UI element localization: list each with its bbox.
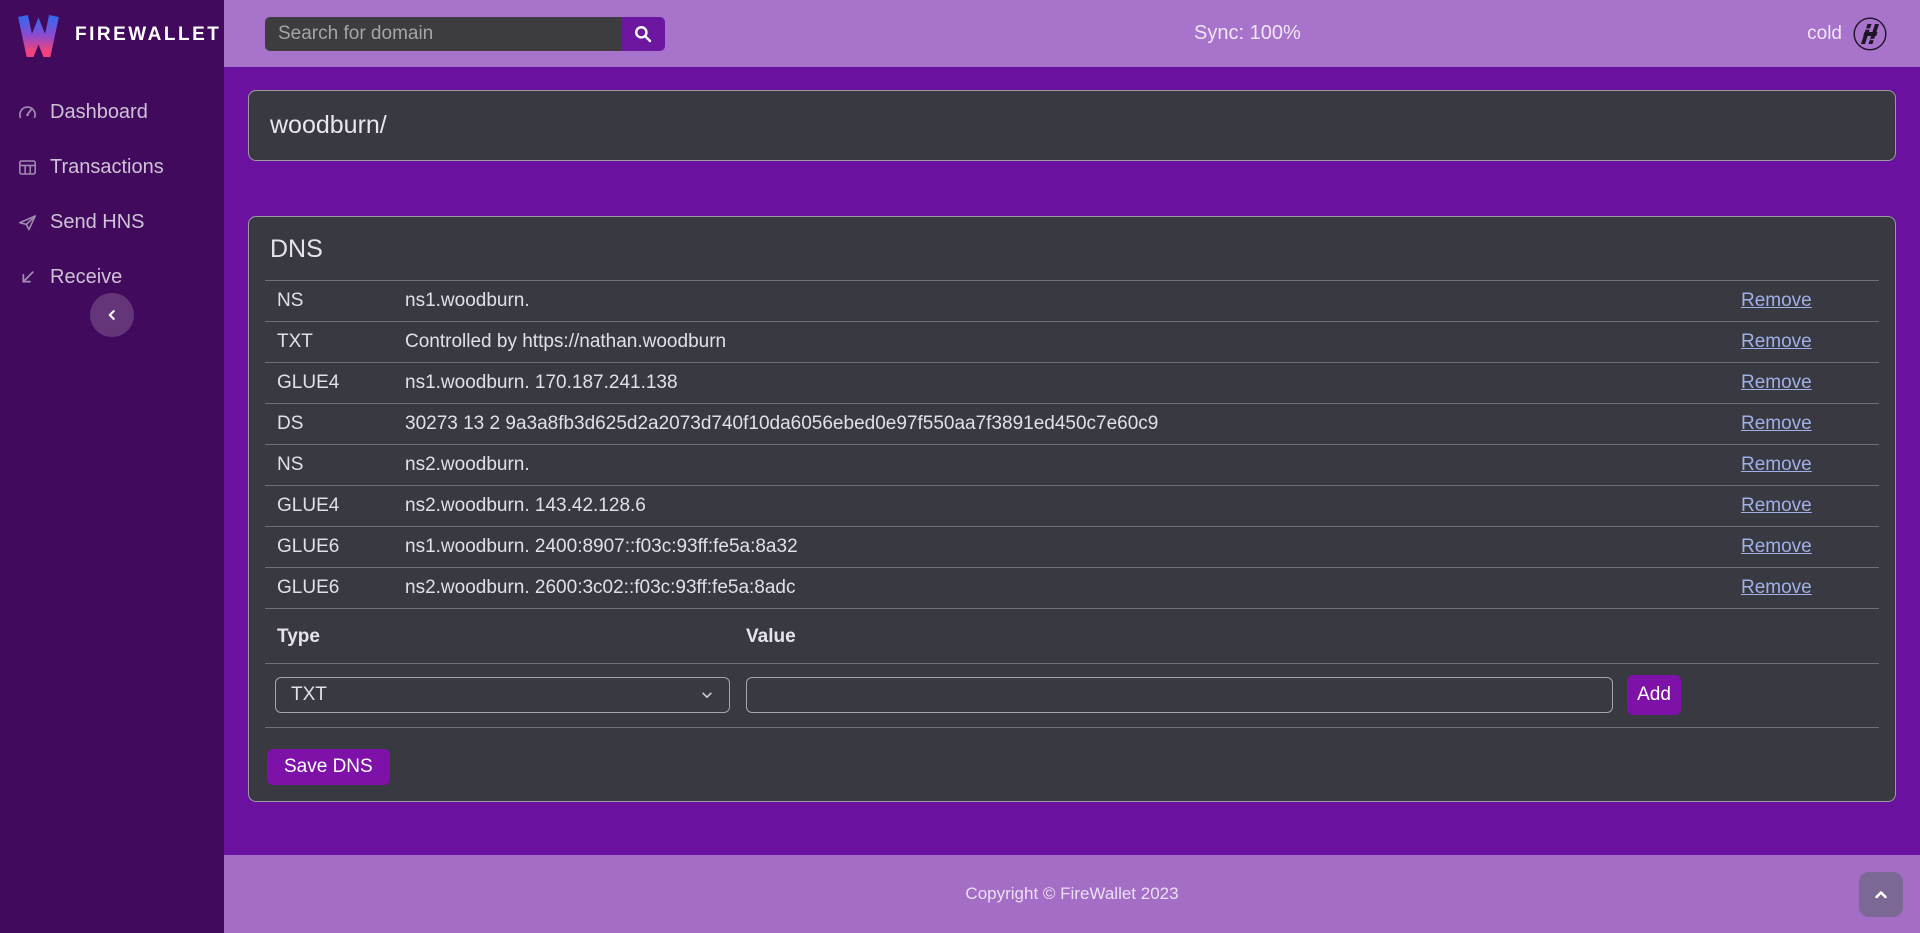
remove-link[interactable]: Remove (1741, 290, 1812, 311)
table-row: GLUE6 ns2.woodburn. 2600:3c02::f03c:93ff… (265, 568, 1879, 609)
record-type: NS (265, 281, 393, 322)
remove-link[interactable]: Remove (1741, 454, 1812, 475)
record-value: ns1.woodburn. 2400:8907::f03c:93ff:fe5a:… (393, 527, 1729, 568)
table-row: GLUE6 ns1.woodburn. 2400:8907::f03c:93ff… (265, 527, 1879, 568)
chevron-up-icon (1873, 887, 1889, 903)
remove-link[interactable]: Remove (1741, 413, 1812, 434)
sidebar-item-transactions[interactable]: Transactions (0, 142, 224, 193)
record-type: GLUE4 (265, 486, 393, 527)
value-header: Value (746, 626, 796, 648)
brand: FIREWALLET (0, 0, 224, 67)
record-value: ns1.woodburn. 170.187.241.138 (393, 363, 1729, 404)
remove-link[interactable]: Remove (1741, 495, 1812, 516)
footer: Copyright © FireWallet 2023 (224, 855, 1920, 933)
dns-card-title: DNS (270, 235, 1879, 264)
domain-card: woodburn/ (248, 90, 1896, 161)
remove-link[interactable]: Remove (1741, 536, 1812, 557)
sidebar-item-label: Receive (50, 266, 122, 289)
handshake-logo-icon (1852, 16, 1888, 52)
search-input[interactable] (265, 17, 621, 51)
sidebar-nav: Dashboard Transactions Send HNS (0, 87, 224, 303)
record-value: Controlled by https://nathan.woodburn (393, 322, 1729, 363)
sidebar-collapse-button[interactable] (90, 293, 134, 337)
record-value-input[interactable] (746, 677, 1613, 713)
table-row: GLUE4 ns1.woodburn. 170.187.241.138 Remo… (265, 363, 1879, 404)
remove-link[interactable]: Remove (1741, 372, 1812, 393)
save-dns-button[interactable]: Save DNS (267, 749, 390, 785)
sidebar-item-label: Send HNS (50, 211, 145, 234)
record-type: GLUE4 (265, 363, 393, 404)
table-row: DS 30273 13 2 9a3a8fb3d625d2a2073d740f10… (265, 404, 1879, 445)
sync-status: Sync: 100% (1194, 0, 1301, 67)
topbar: Sync: 100% cold (224, 0, 1920, 67)
domain-search (265, 17, 665, 51)
dns-records-table: NS ns1.woodburn. Remove TXT Controlled b… (265, 280, 1879, 609)
chevron-down-icon (700, 688, 714, 702)
domain-title: woodburn/ (270, 111, 387, 140)
record-type: TXT (265, 322, 393, 363)
content-area: woodburn/ DNS NS ns1.woodburn. Remove TX… (224, 67, 1920, 855)
wallet-selector[interactable]: cold (1807, 0, 1888, 67)
table-row: NS ns2.woodburn. Remove (265, 445, 1879, 486)
add-record-form: TXT Add (265, 664, 1879, 728)
record-value: ns1.woodburn. (393, 281, 1729, 322)
scroll-to-top-button[interactable] (1859, 872, 1903, 917)
copyright-text: Copyright © FireWallet 2023 (965, 884, 1178, 904)
record-type: GLUE6 (265, 568, 393, 609)
record-value: ns2.woodburn. 143.42.128.6 (393, 486, 1729, 527)
sidebar-item-label: Dashboard (50, 101, 148, 124)
record-type: DS (265, 404, 393, 445)
sidebar: FIREWALLET Dashboard Tran (0, 0, 224, 933)
record-value: ns2.woodburn. (393, 445, 1729, 486)
sidebar-item-label: Transactions (50, 156, 164, 179)
main-column: Sync: 100% cold woodburn/ DNS (224, 0, 1920, 933)
record-type: NS (265, 445, 393, 486)
sidebar-item-send-hns[interactable]: Send HNS (0, 197, 224, 248)
wallet-name: cold (1807, 23, 1842, 45)
record-type-select[interactable]: TXT (275, 677, 730, 713)
send-icon (18, 213, 37, 232)
type-header: Type (265, 626, 746, 648)
search-icon (633, 24, 653, 44)
table-row: TXT Controlled by https://nathan.woodbur… (265, 322, 1879, 363)
brand-name: FIREWALLET (75, 24, 221, 46)
table-icon (18, 158, 37, 177)
remove-link[interactable]: Remove (1741, 577, 1812, 598)
selected-type: TXT (291, 684, 327, 706)
add-record-button[interactable]: Add (1627, 675, 1681, 715)
record-value: 30273 13 2 9a3a8fb3d625d2a2073d740f10da6… (393, 404, 1729, 445)
remove-link[interactable]: Remove (1741, 331, 1812, 352)
speedometer-icon (18, 103, 37, 122)
dns-card: DNS NS ns1.woodburn. Remove TXT Controll… (248, 216, 1896, 802)
firewallet-logo-icon (16, 13, 61, 57)
search-button[interactable] (621, 17, 665, 51)
add-record-headers: Type Value (265, 609, 1879, 664)
table-row: NS ns1.woodburn. Remove (265, 281, 1879, 322)
record-value: ns2.woodburn. 2600:3c02::f03c:93ff:fe5a:… (393, 568, 1729, 609)
receive-arrow-icon (18, 268, 37, 287)
sidebar-item-dashboard[interactable]: Dashboard (0, 87, 224, 138)
table-row: GLUE4 ns2.woodburn. 143.42.128.6 Remove (265, 486, 1879, 527)
chevron-left-icon (105, 308, 119, 322)
record-type: GLUE6 (265, 527, 393, 568)
